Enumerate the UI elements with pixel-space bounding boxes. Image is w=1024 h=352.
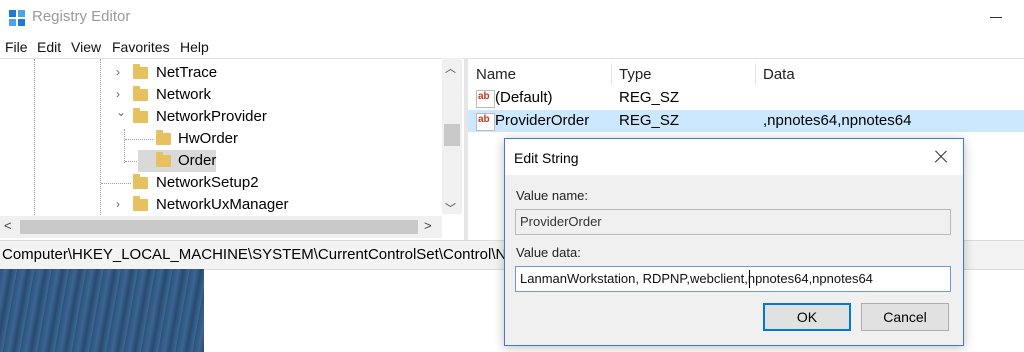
address-path[interactable]: Computer\HKEY_LOCAL_MACHINE\SYSTEM\Curre… [2,246,551,263]
column-divider[interactable] [611,63,612,85]
tree-item-label: Order [178,152,217,169]
column-header-data[interactable]: Data [763,66,795,83]
column-header-name[interactable]: Name [476,66,516,83]
folder-icon [156,130,171,145]
tree-item-label: NetTrace [156,64,218,81]
value-data-label: Value data: [516,245,581,260]
minimize-button[interactable] [984,6,1008,30]
list-row-providerorder[interactable]: ab ProviderOrder REG_SZ ,npnotes64,npnot… [468,110,1024,132]
column-header-type[interactable]: Type [619,66,652,83]
menu-help[interactable]: Help [180,39,209,55]
value-name: (Default) [495,89,553,106]
chevron-right-icon[interactable]: › [116,87,120,101]
edit-string-dialog: Edit String Value name: ProviderOrder Va… [504,138,964,346]
text-caret [749,270,750,288]
value-name-field: ProviderOrder [515,209,951,235]
tree-item-label: NetworkUxManager [156,196,289,213]
desktop-background [0,269,204,352]
cancel-button[interactable]: Cancel [861,303,949,331]
tree-connector [125,139,153,140]
folder-icon [133,174,148,189]
folder-icon [133,86,148,101]
folder-icon [133,196,148,211]
chevron-down-icon[interactable]: ⌄ [116,105,126,119]
tree-item-order[interactable]: Order [0,150,440,172]
folder-icon [133,108,148,123]
scroll-down-icon[interactable]: ﹀ [445,200,456,216]
string-value-icon: ab [476,90,495,108]
tree-vertical-scrollbar[interactable]: ︿ ﹀ [442,58,462,216]
value-data-field[interactable]: LanmanWorkstation, RDPNP,webclient,npnot… [515,266,951,292]
menu-bar: File Edit View Favorites Help [0,36,1024,58]
tree-item-label: Network [156,86,212,103]
folder-open-icon [156,152,171,167]
tree-connector [101,183,131,184]
menu-view[interactable]: View [71,39,101,55]
value-name-text: ProviderOrder [520,214,602,229]
dialog-title: Edit String [514,150,579,166]
tree-item-networkprovider[interactable]: ⌄ NetworkProvider [0,105,440,128]
value-name-label: Value name: [516,188,589,203]
folder-icon [133,64,148,79]
tree-horizontal-scrollbar[interactable]: < > [0,216,442,238]
list-row-default[interactable]: ab (Default) REG_SZ [468,87,1024,109]
tree-item-network[interactable]: › Network [0,84,440,106]
value-data-text[interactable]: LanmanWorkstation, RDPNP,webclient,npnot… [520,271,873,286]
window-title: Registry Editor [32,8,131,25]
tree-item-nettrace[interactable]: › NetTrace [0,62,440,84]
scroll-up-icon[interactable]: ︿ [445,60,456,76]
chevron-right-icon[interactable]: › [116,65,120,79]
tree-item-networksetup2[interactable]: NetworkSetup2 [0,172,440,194]
menu-edit[interactable]: Edit [37,39,61,55]
registry-tree[interactable]: › NetTrace › Network ⌄ NetworkProvider H… [0,58,464,241]
string-value-icon: ab [476,113,495,131]
scroll-left-icon[interactable]: < [4,218,12,233]
chevron-right-icon[interactable]: › [116,197,120,211]
column-divider[interactable] [755,63,756,85]
value-name: ProviderOrder [495,112,590,129]
tree-item-networkuxmanager[interactable]: › NetworkUxManager [0,194,440,216]
ok-button[interactable]: OK [763,303,851,331]
menu-file[interactable]: File [5,39,28,55]
value-data: ,npnotes64,npnotes64 [763,112,912,129]
scroll-right-icon[interactable]: > [424,218,432,233]
tree-item-label: NetworkSetup2 [156,174,259,191]
menu-favorites[interactable]: Favorites [112,39,170,55]
title-bar: Registry Editor [0,0,1024,36]
value-type: REG_SZ [619,112,680,129]
tree-item-label: HwOrder [178,130,239,147]
value-type: REG_SZ [619,89,680,106]
tree-item-hworder[interactable]: HwOrder [0,128,440,150]
close-icon[interactable] [929,145,953,169]
scroll-thumb[interactable] [20,220,418,234]
scroll-thumb[interactable] [444,124,460,146]
tree-connector [125,161,139,162]
tree-item-label: NetworkProvider [156,108,267,125]
registry-editor-icon [9,10,25,26]
